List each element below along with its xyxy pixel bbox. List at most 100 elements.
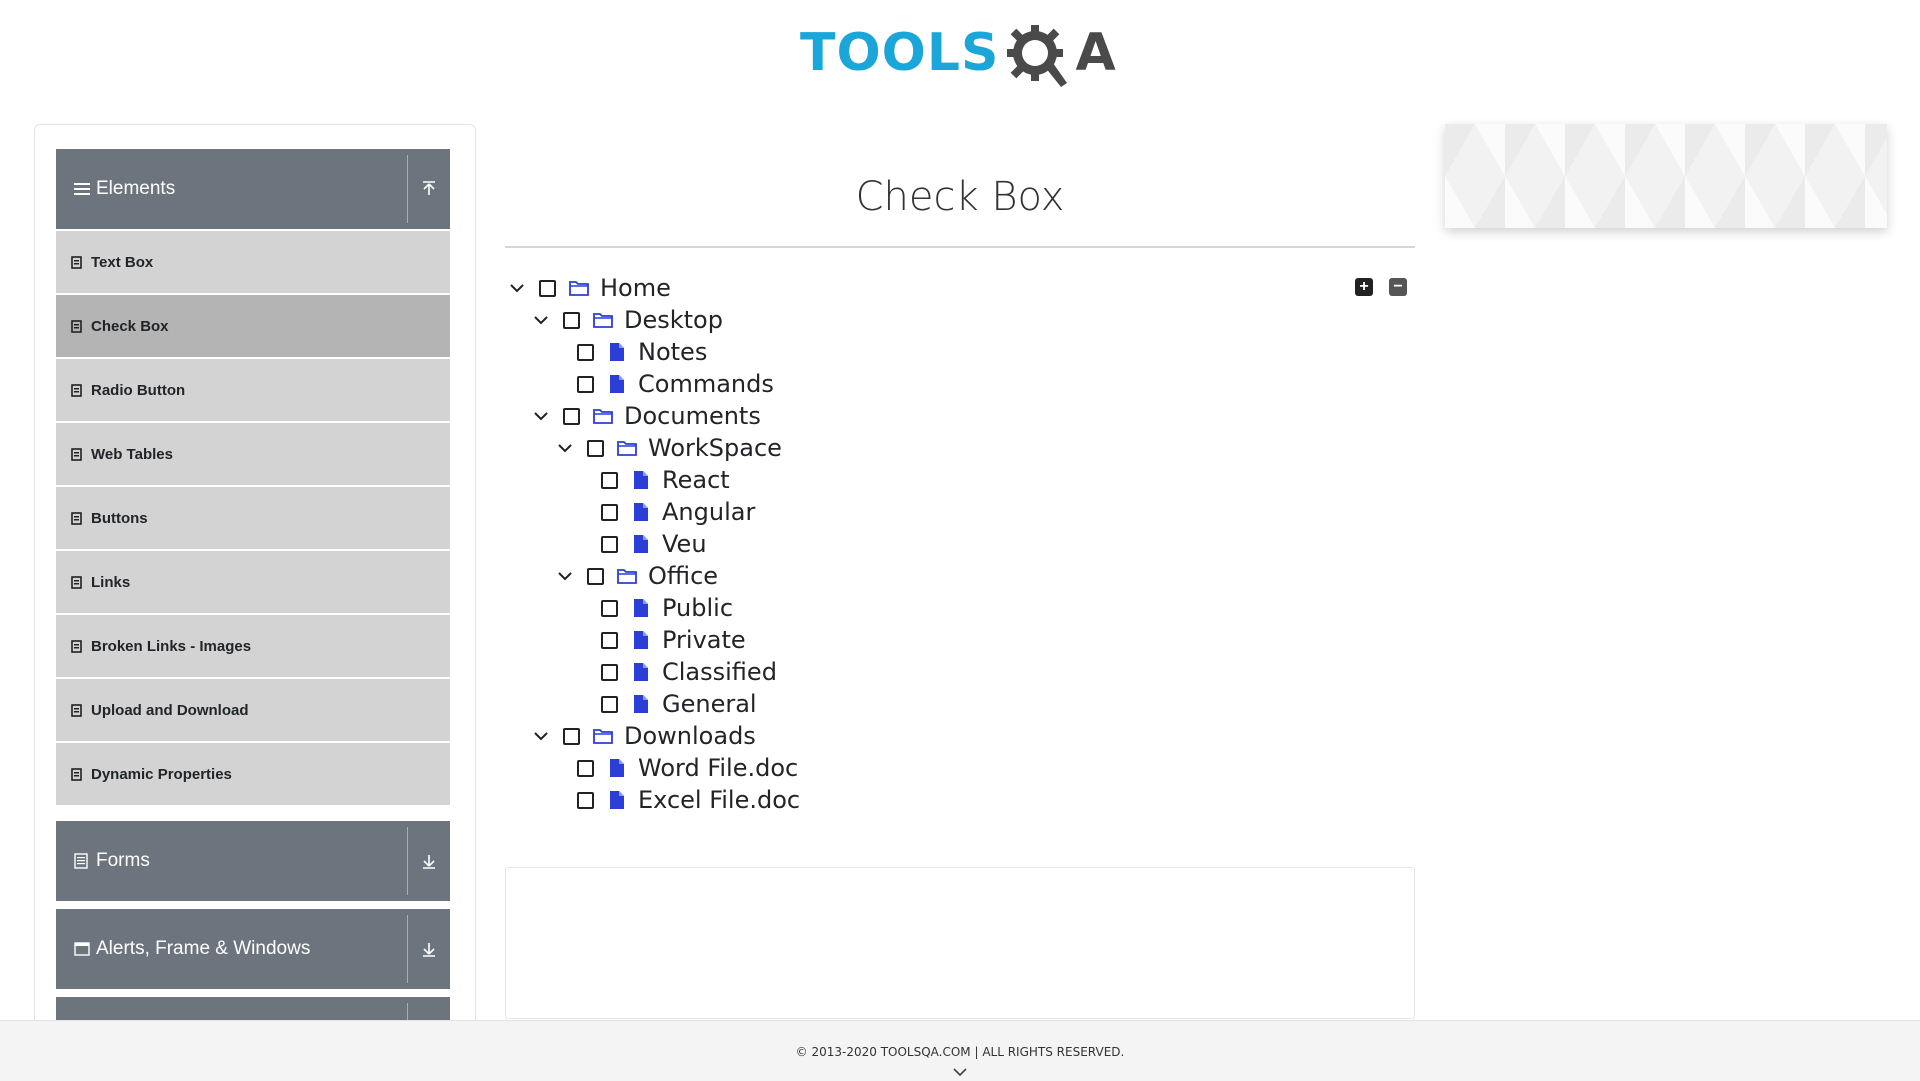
menu-item-web-tables[interactable]: Web Tables — [56, 423, 450, 485]
tree-checkbox[interactable] — [539, 279, 556, 297]
tree-node-label[interactable]: React — [662, 466, 730, 494]
tree-node-general: General — [567, 688, 757, 720]
tree-node-label[interactable]: Excel File.doc — [638, 786, 800, 814]
tree-node-label[interactable]: Home — [600, 274, 671, 302]
menu-item-check-box[interactable]: Check Box — [56, 295, 450, 357]
tree-checkbox[interactable] — [601, 503, 618, 521]
chevron-down-icon[interactable] — [553, 560, 577, 592]
tree-node-label[interactable]: Notes — [638, 338, 707, 366]
elements-menu-list: Text Box Check Box Radio Button Web Tabl… — [56, 231, 450, 807]
item-icon — [71, 703, 84, 717]
chevron-down-icon[interactable] — [505, 272, 529, 304]
tree-node-commands: Commands — [543, 368, 774, 400]
tree-node-notes: Notes — [543, 336, 707, 368]
menu-item-label: Dynamic Properties — [91, 765, 232, 783]
chevron-down-icon[interactable] — [529, 304, 553, 336]
file-icon — [606, 372, 628, 396]
tree-checkbox[interactable] — [601, 695, 618, 713]
tree-checkbox[interactable] — [577, 375, 594, 393]
ad-banner[interactable] — [1445, 124, 1887, 228]
tree-node-label[interactable]: WorkSpace — [648, 434, 782, 462]
tree-node-label[interactable]: General — [662, 690, 757, 718]
site-logo[interactable]: TOOLS A — [800, 14, 1116, 92]
tree-node-label[interactable]: Desktop — [624, 306, 723, 334]
tree-checkbox[interactable] — [601, 663, 618, 681]
tree-node-label[interactable]: Classified — [662, 658, 777, 686]
file-icon — [630, 596, 652, 620]
gear-magnifier-icon — [1007, 25, 1068, 87]
group-elements[interactable]: Elements — [56, 149, 450, 229]
expand-down-icon[interactable] — [407, 827, 450, 895]
tree-node-label[interactable]: Private — [662, 626, 746, 654]
menu-item-label: Check Box — [91, 317, 169, 335]
collapse-up-icon[interactable] — [407, 155, 450, 223]
form-icon — [74, 853, 92, 869]
folder-icon — [592, 308, 614, 332]
menu-item-label: Web Tables — [91, 445, 173, 463]
file-icon — [630, 532, 652, 556]
item-icon — [71, 447, 84, 461]
tree-node-label[interactable]: Downloads — [624, 722, 756, 750]
file-icon — [630, 692, 652, 716]
tree-node-label[interactable]: Word File.doc — [638, 754, 798, 782]
tree-checkbox[interactable] — [601, 535, 618, 553]
tree-checkbox[interactable] — [563, 311, 580, 329]
tree-node-workspace: WorkSpace — [553, 432, 782, 464]
menu-item-radio-button[interactable]: Radio Button — [56, 359, 450, 421]
group-forms-label: Forms — [96, 850, 150, 871]
item-icon — [71, 639, 84, 653]
logo-tools-text: TOOLS — [800, 23, 1000, 83]
tree-checkbox[interactable] — [601, 471, 618, 489]
tree-node-private: Private — [567, 624, 746, 656]
tree-node-downloads: Downloads — [529, 720, 756, 752]
item-icon — [71, 767, 84, 781]
tree-checkbox[interactable] — [577, 343, 594, 361]
checkbox-tree: Home Desktop Notes Commands Documents Wo… — [505, 272, 1415, 832]
footer: © 2013-2020 TOOLSQA.COM | ALL RIGHTS RES… — [0, 1020, 1920, 1081]
group-alerts-frame-windows[interactable]: Alerts, Frame & Windows — [56, 909, 450, 989]
tree-checkbox[interactable] — [587, 567, 604, 585]
file-icon — [630, 468, 652, 492]
tree-checkbox[interactable] — [577, 759, 594, 777]
menu-item-broken-links[interactable]: Broken Links - Images — [56, 615, 450, 677]
menu-item-label: Upload and Download — [91, 701, 249, 719]
result-panel — [505, 867, 1415, 1019]
tree-node-word-file: Word File.doc — [543, 752, 798, 784]
hamburger-icon — [74, 182, 92, 196]
tree-node-label[interactable]: Angular — [662, 498, 755, 526]
folder-icon — [592, 724, 614, 748]
menu-item-text-box[interactable]: Text Box — [56, 231, 450, 293]
item-icon — [71, 575, 84, 589]
chevron-down-icon[interactable] — [952, 1067, 968, 1077]
chevron-down-icon[interactable] — [553, 432, 577, 464]
menu-item-buttons[interactable]: Buttons — [56, 487, 450, 549]
chevron-down-icon[interactable] — [529, 720, 553, 752]
menu-item-upload-download[interactable]: Upload and Download — [56, 679, 450, 741]
menu-item-links[interactable]: Links — [56, 551, 450, 613]
tree-checkbox[interactable] — [601, 599, 618, 617]
logo-a-text: A — [1075, 23, 1116, 83]
group-alerts-label: Alerts, Frame & Windows — [96, 938, 311, 959]
tree-node-public: Public — [567, 592, 733, 624]
menu-item-dynamic-properties[interactable]: Dynamic Properties — [56, 743, 450, 805]
tree-checkbox[interactable] — [587, 439, 604, 457]
tree-checkbox[interactable] — [563, 727, 580, 745]
tree-node-label[interactable]: Public — [662, 594, 733, 622]
left-sidebar: Elements Text Box Check Box Radio Button… — [34, 124, 476, 1046]
file-icon — [630, 500, 652, 524]
group-forms[interactable]: Forms — [56, 821, 450, 901]
tree-node-label[interactable]: Office — [648, 562, 718, 590]
tree-node-label[interactable]: Documents — [624, 402, 761, 430]
tree-node-office: Office — [553, 560, 718, 592]
tree-node-label[interactable]: Veu — [662, 530, 707, 558]
tree-node-label[interactable]: Commands — [638, 370, 774, 398]
folder-icon — [592, 404, 614, 428]
tree-checkbox[interactable] — [563, 407, 580, 425]
menu-item-label: Broken Links - Images — [91, 637, 252, 655]
expand-down-icon[interactable] — [407, 915, 450, 983]
tree-checkbox[interactable] — [601, 631, 618, 649]
file-icon — [606, 340, 628, 364]
chevron-down-icon[interactable] — [529, 400, 553, 432]
tree-checkbox[interactable] — [577, 791, 594, 809]
tree-node-angular: Angular — [567, 496, 755, 528]
